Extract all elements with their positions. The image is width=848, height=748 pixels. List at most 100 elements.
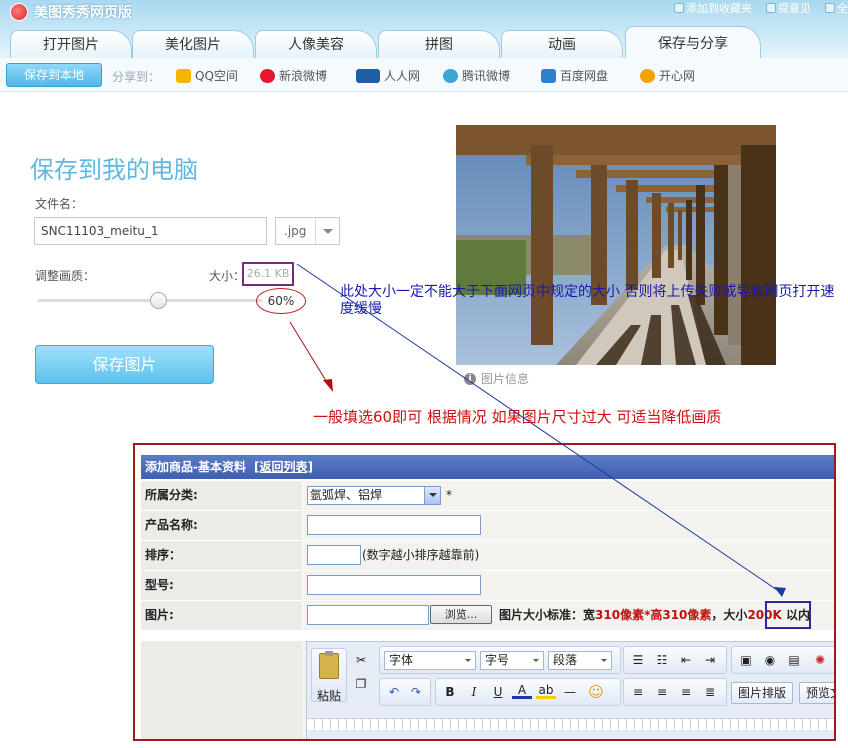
paste-button[interactable]: 粘贴 (311, 648, 347, 703)
order-hint: (数字越小排序越靠前) (362, 548, 480, 562)
image-label: 图片: (141, 601, 302, 630)
insert-media-icon[interactable]: ◉ (760, 650, 780, 670)
preview-button[interactable]: 预览文 (799, 682, 834, 704)
font-family-select[interactable]: 字体 (384, 651, 476, 670)
copy-icon[interactable]: ❐ (351, 674, 371, 694)
redo-icon[interactable]: ↷ (406, 682, 426, 702)
more-icon (825, 3, 835, 13)
underline-icon[interactable]: U (488, 682, 508, 702)
quality-tip-annotation: 一般填选60即可 根据情况 如果图片尺寸过大 可适当降低画质 (313, 408, 722, 426)
tab-beautify[interactable]: 美化图片 (132, 30, 254, 58)
product-name-input[interactable] (307, 515, 481, 535)
max-size-highlight (765, 601, 811, 629)
form-row-order: 排序： (数字越小排序越靠前) (141, 541, 834, 571)
app-title: 美图秀秀网页版 (34, 5, 132, 21)
renren-icon (356, 68, 380, 83)
filename-input[interactable] (34, 217, 267, 245)
insert-image-icon[interactable]: ▣ (736, 650, 756, 670)
save-image-button[interactable]: 保存图片 (35, 345, 214, 384)
align-center-icon[interactable]: ≡ (652, 682, 672, 702)
more-link[interactable]: 全 (825, 0, 848, 16)
bold-icon[interactable]: B (440, 682, 460, 702)
model-label: 型号: (141, 571, 302, 600)
share-baidu-pan[interactable]: 百度网盘 (541, 67, 608, 84)
size-warning-annotation: 此处大小一定不能大于下面网页中规定的大小 否则将上传失败或导致网页打开速度缓慢 (340, 284, 835, 317)
baidu-pan-icon (541, 68, 556, 83)
align-justify-icon[interactable]: ≣ (700, 682, 720, 702)
chevron-down-icon (424, 487, 440, 504)
unordered-list-icon[interactable]: ☷ (652, 650, 672, 670)
order-input[interactable] (307, 545, 361, 565)
red-arrowhead (323, 379, 333, 392)
quality-slider-handle[interactable] (150, 292, 168, 309)
tab-save-share[interactable]: 保存与分享 (625, 26, 761, 58)
save-panel-title: 保存到我的电脑 (30, 156, 198, 184)
insert-table-icon[interactable]: ▤ (784, 650, 804, 670)
paragraph-select[interactable]: 段落 (548, 651, 612, 670)
form-row-category: 所属分类: 氩弧焊、铝焊 * (141, 481, 834, 511)
image-size-standard: 图片大小标准：宽310像素*高310像素，大小200K 以内 (499, 608, 810, 622)
share-qzone[interactable]: QQ空间 (176, 67, 238, 84)
tab-portrait[interactable]: 人像美容 (255, 30, 377, 58)
image-layout-button[interactable]: 图片排版 (731, 682, 794, 704)
chevron-down-icon (315, 218, 339, 244)
back-to-list-link[interactable]: [返回列表] (254, 460, 313, 474)
extension-select[interactable]: .jpg (275, 217, 340, 245)
align-right-icon[interactable]: ≡ (676, 682, 696, 702)
emoticon-icon[interactable]: ☺ (586, 682, 606, 702)
top-links: 添加到收藏夹 提意见 全 (674, 0, 848, 16)
photo-info-link[interactable]: i 图片信息 (464, 370, 529, 387)
italic-icon[interactable]: I (464, 682, 484, 702)
form-row-model: 型号: (141, 571, 834, 601)
align-toolbar-group: ≡ ≡ ≡ ≣ (623, 678, 727, 706)
form-header: 添加商品-基本资料 [返回列表] (141, 455, 834, 479)
share-tencent-weibo[interactable]: 腾讯微博 (443, 67, 510, 84)
feedback-link[interactable]: 提意见 (766, 0, 811, 16)
category-label: 所属分类: (141, 481, 302, 510)
editor-ruler (307, 718, 834, 730)
product-name-label: 产品名称: (141, 511, 302, 540)
required-mark: * (446, 488, 452, 502)
qzone-icon (176, 68, 191, 83)
cut-icon[interactable]: ✂ (351, 650, 371, 670)
highlight-icon[interactable]: ab (536, 682, 556, 699)
share-to-label: 分享到： (112, 70, 161, 84)
quality-label: 调整画质： (35, 269, 96, 283)
rich-text-editor[interactable]: 粘贴 ✂ ❐ 字体 字号 段落 ☰ ☷ ⇤ ⇥ ▣ ◉ ▤ ✺ ↶ ↷ B I … (306, 641, 834, 739)
weibo-icon (260, 68, 275, 83)
share-kaixin[interactable]: 开心网 (640, 67, 695, 84)
red-arrow-line (289, 321, 329, 385)
align-left-icon[interactable]: ≡ (628, 682, 648, 702)
clipboard-icon (319, 651, 339, 679)
category-select[interactable]: 氩弧焊、铝焊 (307, 486, 441, 505)
star-icon (674, 3, 684, 13)
horizontal-rule-icon[interactable]: — (560, 682, 580, 702)
ordered-list-icon[interactable]: ☰ (628, 650, 648, 670)
quality-value: 60% (256, 288, 306, 314)
image-file-input[interactable] (307, 605, 429, 625)
top-bar: 美图秀秀网页版 添加到收藏夹 提意见 全 打开图片 美化图片 人像美容 拼图 动… (0, 0, 848, 62)
font-color-icon[interactable]: A (512, 682, 532, 699)
font-toolbar-group: 字体 字号 段落 (379, 646, 621, 674)
indent-icon[interactable]: ⇥ (700, 650, 720, 670)
special-chars-icon[interactable]: ✺ (810, 650, 830, 670)
tab-animation[interactable]: 动画 (501, 30, 623, 58)
model-input[interactable] (307, 575, 481, 595)
tab-open-image[interactable]: 打开图片 (10, 30, 132, 58)
size-label: 大小： (209, 269, 246, 283)
share-weibo[interactable]: 新浪微博 (260, 67, 327, 84)
save-local-button[interactable]: 保存到本地 (6, 63, 102, 87)
order-label: 排序： (141, 541, 302, 570)
font-size-select[interactable]: 字号 (480, 651, 544, 670)
info-icon: i (464, 372, 476, 385)
file-size-value: 26.1 KB (242, 262, 294, 286)
undo-icon[interactable]: ↶ (384, 682, 404, 702)
add-favorite-link[interactable]: 添加到收藏夹 (674, 0, 752, 16)
browse-button[interactable]: 浏览... (430, 605, 492, 624)
outdent-icon[interactable]: ⇤ (676, 650, 696, 670)
tab-collage[interactable]: 拼图 (378, 30, 500, 58)
form-row-image: 图片: 浏览... 图片大小标准：宽310像素*高310像素，大小200K 以内 (141, 601, 834, 631)
share-renren[interactable]: 人人网 (356, 67, 420, 84)
undo-toolbar-group: ↶ ↷ (379, 678, 431, 706)
tencent-weibo-icon (443, 68, 458, 83)
